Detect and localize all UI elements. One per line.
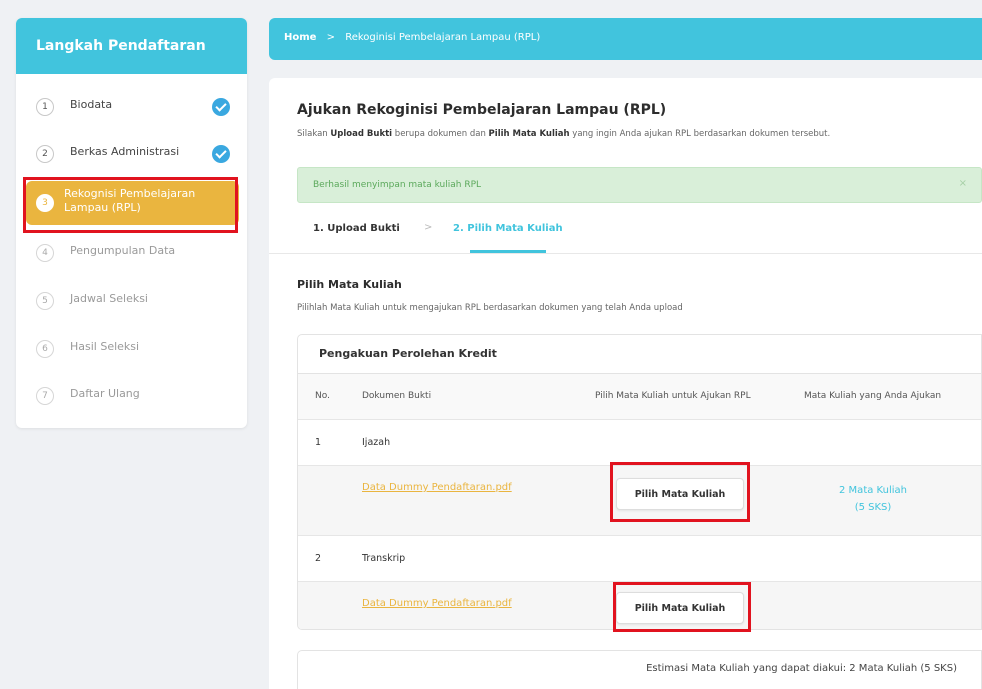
table-row: 2 Transkrip: [298, 536, 981, 582]
breadcrumb-home[interactable]: Home: [284, 32, 316, 43]
section-title: Pilih Mata Kuliah: [297, 278, 402, 291]
step-label: Daftar Ulang: [70, 387, 140, 400]
step-label: Rekognisi Pembelajaran Lampau (RPL): [64, 187, 196, 214]
step-rpl[interactable]: 3 Rekognisi Pembelajaran Lampau (RPL): [26, 181, 239, 225]
step-pengumpulan-data[interactable]: 4 Pengumpulan Data: [16, 232, 247, 272]
subtitle-bold: Upload Bukti: [330, 129, 393, 139]
doc-type: Ijazah: [362, 437, 391, 448]
breadcrumb-current: Rekoginisi Pembelajaran Lampau (RPL): [345, 32, 541, 43]
header-no: No.: [315, 391, 330, 401]
chevron-right-icon: >: [424, 222, 433, 233]
pilih-mata-kuliah-button[interactable]: Pilih Mata Kuliah: [616, 592, 744, 624]
step-number: 7: [36, 387, 54, 405]
main-card: Ajukan Rekoginisi Pembelajaran Lampau (R…: [269, 78, 982, 689]
step-label: Pengumpulan Data: [70, 244, 176, 257]
divider: [269, 253, 982, 254]
alert-message: Berhasil menyimpan mata kuliah RPL: [313, 180, 482, 190]
page-title: Ajukan Rekoginisi Pembelajaran Lampau (R…: [297, 102, 667, 118]
sidebar-title: Langkah Pendaftaran: [16, 18, 247, 74]
step-berkas-administrasi[interactable]: 2 Berkas Administrasi: [16, 133, 247, 173]
header-selected: Mata Kuliah yang Anda Ajukan: [804, 391, 942, 401]
subtitle-text: yang ingin Anda ajukan RPL berdasarkan d…: [569, 129, 831, 139]
row-number: 2: [315, 553, 322, 564]
step-biodata[interactable]: 1 Biodata: [16, 86, 247, 126]
steps-sidebar: Langkah Pendaftaran 1 Biodata 2 Berkas A…: [16, 18, 247, 428]
header-pick: Pilih Mata Kuliah untuk Ajukan RPL: [595, 391, 751, 401]
step-number: 6: [36, 340, 54, 358]
step-hasil-seleksi[interactable]: 6 Hasil Seleksi: [16, 328, 247, 368]
table-row: 1 Ijazah: [298, 420, 981, 466]
page-subtitle: Silakan Upload Bukti berupa dokumen dan …: [297, 129, 830, 139]
table-header-row: No. Dokumen Bukti Pilih Mata Kuliah untu…: [298, 374, 981, 420]
row-number: 1: [315, 437, 322, 448]
step-number: 1: [36, 98, 54, 116]
step-label: Hasil Seleksi: [70, 340, 140, 353]
subtitle-bold: Pilih Mata Kuliah: [488, 129, 570, 139]
check-circle-icon: [212, 145, 230, 163]
subtitle-text: Silakan: [297, 129, 331, 139]
step-number: 2: [36, 145, 54, 163]
table-row: Data Dummy Pendaftaran.pdf Pilih Mata Ku…: [298, 466, 981, 536]
file-link[interactable]: Data Dummy Pendaftaran.pdf: [362, 482, 512, 493]
close-icon[interactable]: ×: [959, 178, 967, 189]
table-title: Pengakuan Perolehan Kredit: [298, 335, 981, 374]
tab-upload-bukti[interactable]: 1. Upload Bukti: [313, 223, 400, 234]
step-jadwal-seleksi[interactable]: 5 Jadwal Seleksi: [16, 280, 247, 320]
success-alert: Berhasil menyimpan mata kuliah RPL ×: [297, 167, 982, 203]
step-label: Jadwal Seleksi: [70, 292, 148, 305]
check-circle-icon: [212, 98, 230, 116]
selected-sks: (5 SKS): [854, 502, 892, 513]
tab-pilih-mata-kuliah[interactable]: 2. Pilih Mata Kuliah: [453, 223, 563, 234]
breadcrumb: Home > Rekoginisi Pembelajaran Lampau (R…: [269, 18, 982, 60]
header-doc: Dokumen Bukti: [362, 391, 432, 401]
table-row: Data Dummy Pendaftaran.pdf Pilih Mata Ku…: [298, 582, 981, 629]
step-label: Berkas Administrasi: [70, 145, 180, 158]
section-subtitle: Pilihlah Mata Kuliah untuk mengajukan RP…: [297, 303, 683, 313]
step-number: 4: [36, 244, 54, 262]
step-number: 3: [36, 194, 54, 212]
step-number: 5: [36, 292, 54, 310]
selected-courses[interactable]: 2 Mata Kuliah (5 SKS): [793, 482, 953, 516]
doc-type: Transkrip: [362, 553, 406, 564]
estimate-summary: Estimasi Mata Kuliah yang dapat diakui: …: [297, 650, 982, 689]
breadcrumb-separator: >: [326, 32, 336, 43]
file-link[interactable]: Data Dummy Pendaftaran.pdf: [362, 598, 512, 609]
step-daftar-ulang[interactable]: 7 Daftar Ulang: [16, 375, 247, 415]
step-label: Biodata: [70, 98, 113, 111]
subtitle-text: berupa dokumen dan: [392, 129, 489, 139]
credit-table: Pengakuan Perolehan Kredit No. Dokumen B…: [297, 334, 982, 630]
selected-count: 2 Mata Kuliah: [839, 485, 907, 496]
pilih-mata-kuliah-button[interactable]: Pilih Mata Kuliah: [616, 478, 744, 510]
